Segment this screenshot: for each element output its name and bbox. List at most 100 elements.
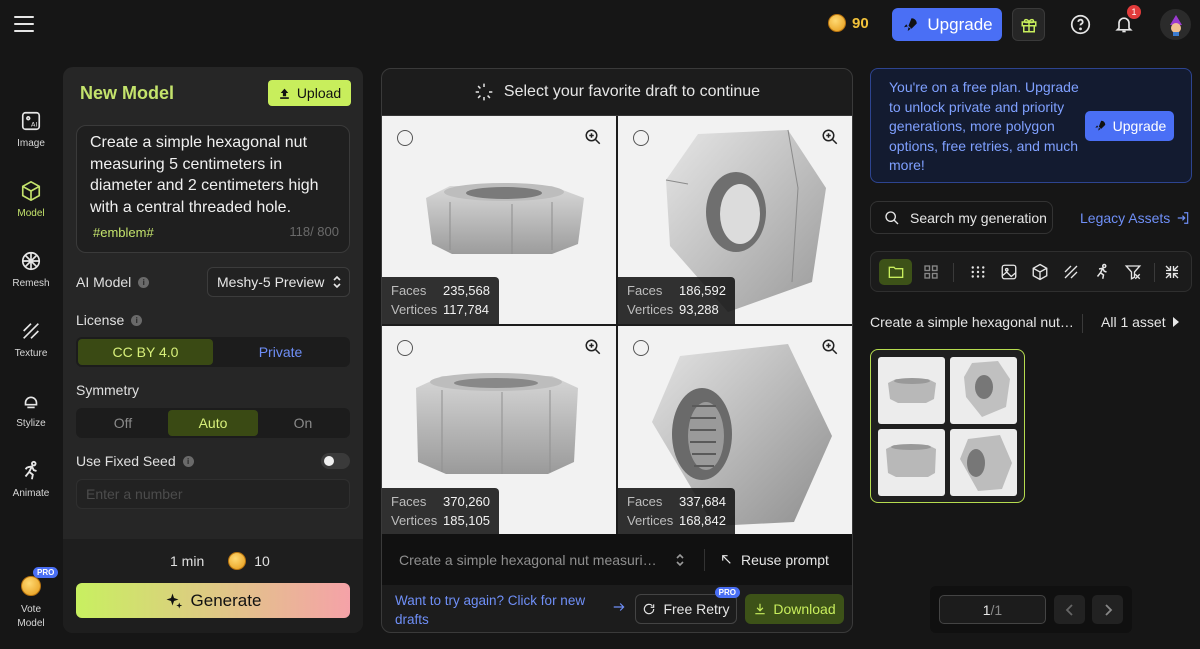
nav-label-texture: Texture [14, 348, 48, 359]
seed-input[interactable] [76, 479, 350, 509]
legacy-assets-link[interactable]: Legacy Assets [1080, 210, 1190, 226]
upload-button[interactable]: Upload [268, 80, 351, 106]
folder-filter-button[interactable] [879, 259, 912, 285]
running-figure-icon[interactable] [1093, 263, 1111, 281]
symmetry-label: Symmetry [76, 382, 139, 398]
reuse-prompt-label: Reuse prompt [741, 551, 829, 568]
filter-off-icon[interactable] [1124, 263, 1142, 281]
draft-stats: Faces 370,260 Vertices 185,105 [382, 488, 499, 535]
pagination: 1/1 [930, 586, 1132, 633]
new-model-panel: New Model Upload Create a simple hexagon… [63, 67, 363, 633]
free-retry-button[interactable]: Free Retry PRO [635, 587, 740, 624]
all-assets-link[interactable]: All 1 asset [1101, 314, 1180, 330]
drafts-panel: Select your favorite draft to continue F… [381, 68, 853, 633]
ai-model-select[interactable]: Meshy-5 Preview [207, 267, 350, 297]
fixed-seed-label-text: Use Fixed Seed [76, 453, 176, 469]
page-current: 1 [982, 601, 991, 618]
download-button[interactable]: Download [745, 594, 844, 624]
next-page-button[interactable] [1092, 595, 1123, 624]
updown-chevron-icon[interactable] [673, 553, 687, 567]
nav-label-remesh: Remesh [12, 278, 50, 289]
search-generation-button[interactable]: Search my generation [870, 201, 1053, 234]
download-label: Download [773, 601, 836, 617]
credits-balance[interactable]: 90 [828, 14, 869, 32]
plan-upgrade-button[interactable]: Upgrade [1085, 111, 1174, 141]
dots-grid-icon[interactable] [969, 263, 987, 281]
nav-item-model[interactable]: Model [0, 180, 62, 219]
image-icon[interactable] [1000, 263, 1018, 281]
nav-label-stylize: Stylize [16, 418, 46, 429]
asset-filter-bar [870, 251, 1192, 292]
symmetry-option-off[interactable]: Off [78, 410, 168, 436]
texture-icon [23, 323, 39, 339]
grid-view-icon[interactable] [922, 263, 940, 281]
symmetry-option-auto[interactable]: Auto [168, 410, 258, 436]
generation-title[interactable]: Create a simple hexagonal nut measuring … [870, 314, 1075, 330]
ai-model-value: Meshy-5 Preview [217, 274, 325, 290]
chevron-left-icon [1065, 603, 1073, 616]
license-option-cc-by[interactable]: CC BY 4.0 [78, 339, 213, 365]
zoom-in-icon[interactable] [821, 128, 839, 146]
fixed-seed-toggle[interactable] [321, 453, 350, 469]
cube-icon[interactable] [1031, 263, 1049, 281]
panel-title: New Model [80, 83, 175, 103]
draft-select-radio[interactable] [397, 340, 413, 356]
draft-select-radio[interactable] [397, 130, 413, 146]
generation-thumbnail-card[interactable] [870, 349, 1025, 503]
generate-button[interactable]: Generate [76, 583, 350, 618]
license-label: License i [76, 312, 143, 328]
texture-icon[interactable] [1062, 263, 1080, 281]
help-icon[interactable] [1070, 14, 1091, 35]
drafts-grid: Faces 235,568 Vertices 117,784 Faces 186,59… [382, 116, 852, 535]
upload-icon [279, 88, 289, 99]
prev-page-button[interactable] [1054, 595, 1085, 624]
zoom-in-icon[interactable] [584, 338, 602, 356]
vote-label-line1: Vote [20, 604, 42, 615]
nav-label-animate: Animate [12, 488, 50, 499]
caret-right-icon [1172, 317, 1179, 327]
info-icon[interactable]: i [182, 455, 194, 467]
nav-item-texture[interactable]: Texture [0, 320, 62, 359]
gift-button[interactable] [1012, 8, 1045, 41]
symmetry-option-on[interactable]: On [258, 410, 348, 436]
reuse-prompt-button[interactable]: Reuse prompt [720, 552, 829, 568]
collapse-icon[interactable] [1163, 263, 1181, 281]
upgrade-button[interactable]: Upgrade [892, 8, 1002, 41]
page-indicator[interactable]: 1/1 [939, 595, 1046, 624]
rocket-icon [1094, 120, 1105, 131]
zoom-in-icon[interactable] [584, 128, 602, 146]
draft-stats: Faces 235,568 Vertices 117,784 [382, 277, 499, 324]
ai-model-label: AI Model i [76, 274, 150, 290]
vote-model-button[interactable]: PRO Vote Model [0, 567, 62, 629]
prompt-textarea[interactable]: Create a simple hexagonal nut measuring … [76, 125, 350, 253]
retry-icon [644, 603, 655, 615]
draft-tile[interactable]: Faces 337,684 Vertices 168,842 [618, 326, 852, 535]
nav-item-animate[interactable]: Animate [0, 460, 62, 499]
draft-tile[interactable]: Faces 370,260 Vertices 185,105 [382, 326, 617, 535]
generate-footer: 1 min 10 Generate [63, 539, 363, 633]
arrow-right-icon[interactable] [612, 600, 626, 614]
info-icon[interactable]: i [131, 314, 143, 326]
draft-tile[interactable]: Faces 186,592 Vertices 93,288 [618, 116, 852, 325]
draft-select-radio[interactable] [633, 340, 649, 356]
license-option-private[interactable]: Private [213, 339, 348, 365]
nav-item-stylize[interactable]: Stylize [0, 390, 62, 429]
info-icon[interactable]: i [138, 276, 150, 288]
vertices-count: 168,842 [679, 513, 726, 528]
draft-tile[interactable]: Faces 235,568 Vertices 117,784 [382, 116, 617, 325]
thumbnail [950, 357, 1017, 424]
zoom-in-icon[interactable] [821, 338, 839, 356]
avatar[interactable] [1160, 9, 1191, 40]
nav-item-remesh[interactable]: Remesh [0, 250, 62, 289]
faces-label: Faces [627, 283, 663, 298]
vote-label-line2: Model [17, 618, 45, 629]
faces-label: Faces [627, 494, 663, 509]
thumbnail [878, 357, 945, 424]
nav-item-image[interactable]: AI Image [0, 110, 62, 149]
retry-link[interactable]: Want to try again? Click for new drafts [395, 591, 600, 629]
credits-count: 90 [852, 14, 869, 32]
free-plan-text: You're on a free plan. Upgrade to unlock… [889, 79, 1079, 173]
menu-icon[interactable] [14, 14, 34, 34]
prompt-preview[interactable]: Create a simple hexagonal nut measuring … [399, 552, 661, 568]
draft-select-radio[interactable] [633, 130, 649, 146]
